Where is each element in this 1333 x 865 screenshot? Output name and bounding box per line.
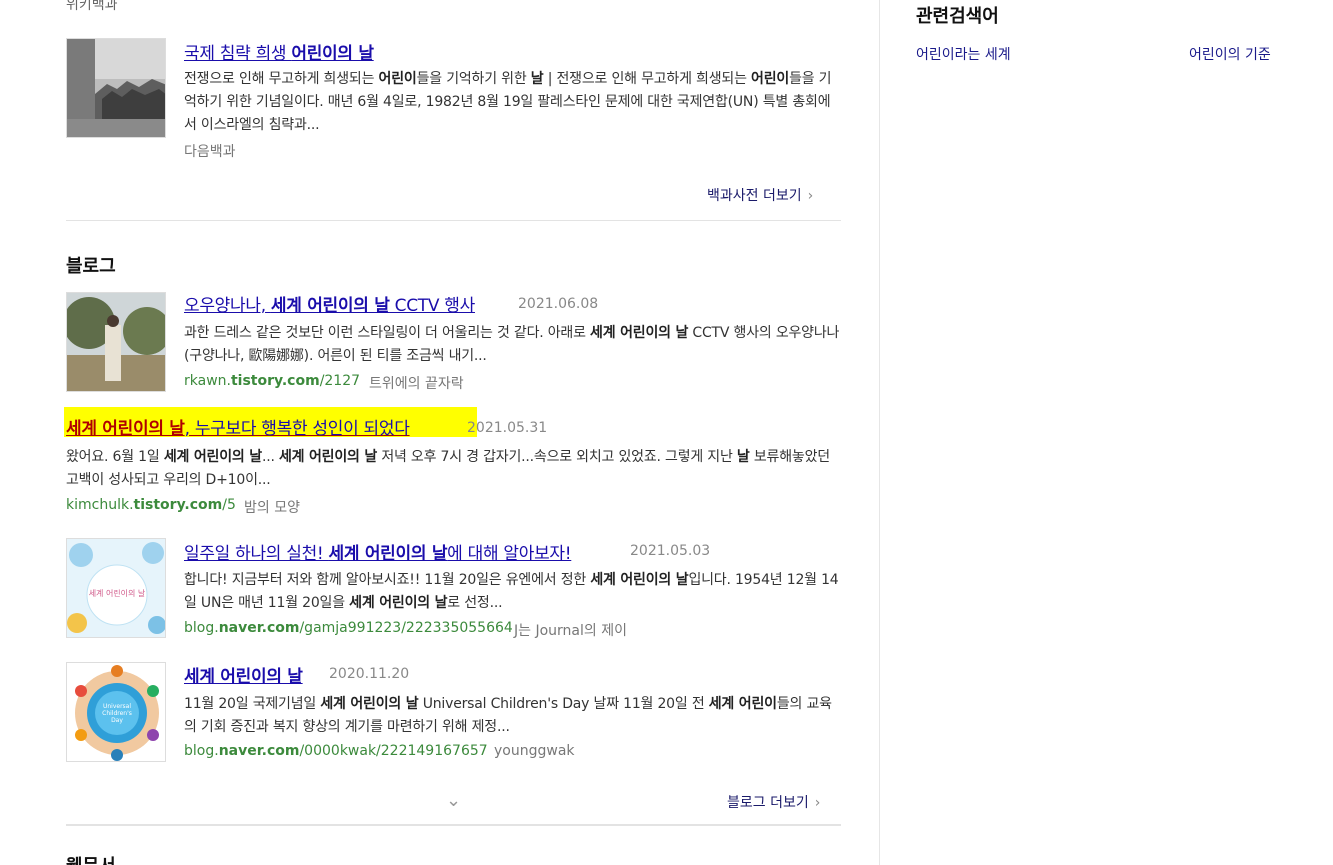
section-title-web: 웹문서 — [66, 852, 116, 865]
blog-title-link[interactable]: 오우양나나, 세계 어린이의 날 CCTV 행사 — [184, 291, 475, 316]
sidebar-divider — [879, 0, 880, 865]
chevron-right-icon: › — [807, 188, 814, 204]
thumb-caption: Universal Children's Day — [102, 703, 132, 724]
result-source: 다음백과 — [184, 144, 236, 160]
chevron-right-icon: › — [814, 795, 821, 811]
chevron-down-icon[interactable]: ⌄ — [446, 790, 461, 811]
blog-url-link[interactable]: rkawn.tistory.com/2127 — [184, 373, 360, 389]
blog-description: 과한 드레스 같은 것보단 이런 스타일링이 더 어울리는 것 같다. 아래로 … — [184, 325, 840, 364]
blog-more-link[interactable]: 블로그 더보기 › — [727, 792, 820, 812]
title-bold-text: 어린이의 날 — [291, 44, 374, 64]
title-text: 국제 침략 희생 — [184, 44, 292, 64]
blog-thumbnail[interactable]: Universal Children's Day — [66, 662, 166, 762]
related-searches-title: 관련검색어 — [916, 6, 999, 27]
post-date: 2020.11.20 — [329, 666, 410, 682]
blog-thumbnail[interactable] — [66, 292, 166, 392]
dictionary-more-link[interactable]: 백과사전 더보기 › — [707, 185, 813, 205]
blog-name-link[interactable]: younggwak — [494, 743, 575, 759]
divider — [66, 220, 841, 221]
post-date: 2021.05.03 — [630, 543, 711, 559]
post-date: 2021.06.08 — [518, 296, 599, 312]
war-photo-thumbnail[interactable] — [66, 38, 166, 138]
divider — [66, 824, 841, 826]
blog-url-link[interactable]: blog.naver.com/gamja991223/222335055664 — [184, 620, 513, 636]
post-date: 2021.05.31 — [467, 420, 548, 436]
blog-url-link[interactable]: kimchulk.tistory.com/5 — [66, 497, 236, 513]
blog-description: 왔어요. 6월 1일 세계 어린이의 날... 세계 어린이의 날 저녁 오후 … — [66, 449, 830, 488]
blog-description: 11월 20일 국제기념일 세계 어린이의 날 Universal Childr… — [184, 696, 832, 735]
more-label: 블로그 더보기 — [727, 795, 809, 811]
more-label: 백과사전 더보기 — [707, 188, 802, 204]
blog-thumbnail[interactable]: 세계 어린이의 날 — [66, 538, 166, 638]
blog-url-link[interactable]: blog.naver.com/0000kwak/222149167657 — [184, 743, 488, 759]
blog-description: 합니다! 지금부터 저와 함께 알아보시죠!! 11월 20일은 유엔에서 정한… — [184, 572, 839, 611]
garden-photo-image — [67, 293, 165, 391]
result-title-link[interactable]: 국제 침략 희생 어린이의 날 — [184, 39, 374, 64]
top-source-label: 위키백과 — [66, 0, 118, 13]
result-description: 전쟁으로 인해 무고하게 희생되는 어린이들을 기억하기 위한 날 | 전쟁으로… — [184, 71, 832, 133]
blog-title-link[interactable]: 세계 어린이의 날, 누구보다 행복한 성인이 되었다 — [66, 414, 410, 439]
related-search-link[interactable]: 어린이라는 세계 — [916, 44, 1011, 64]
war-photo-image — [67, 39, 165, 137]
blog-title-link[interactable]: 세계 어린이의 날 — [184, 662, 303, 687]
blog-title-link[interactable]: 일주일 하나의 실천! 세계 어린이의 날에 대해 알아보자! — [184, 539, 572, 564]
blog-name-link[interactable]: 밤의 모양 — [244, 497, 300, 517]
section-title-blog: 블로그 — [66, 256, 116, 277]
related-search-link[interactable]: 어린이의 기준 — [1189, 44, 1271, 64]
blog-name-link[interactable]: J는 Journal의 제이 — [514, 620, 627, 640]
blog-name-link[interactable]: 트위에의 끝자락 — [369, 373, 464, 393]
thumb-caption: 세계 어린이의 날 — [88, 589, 146, 598]
